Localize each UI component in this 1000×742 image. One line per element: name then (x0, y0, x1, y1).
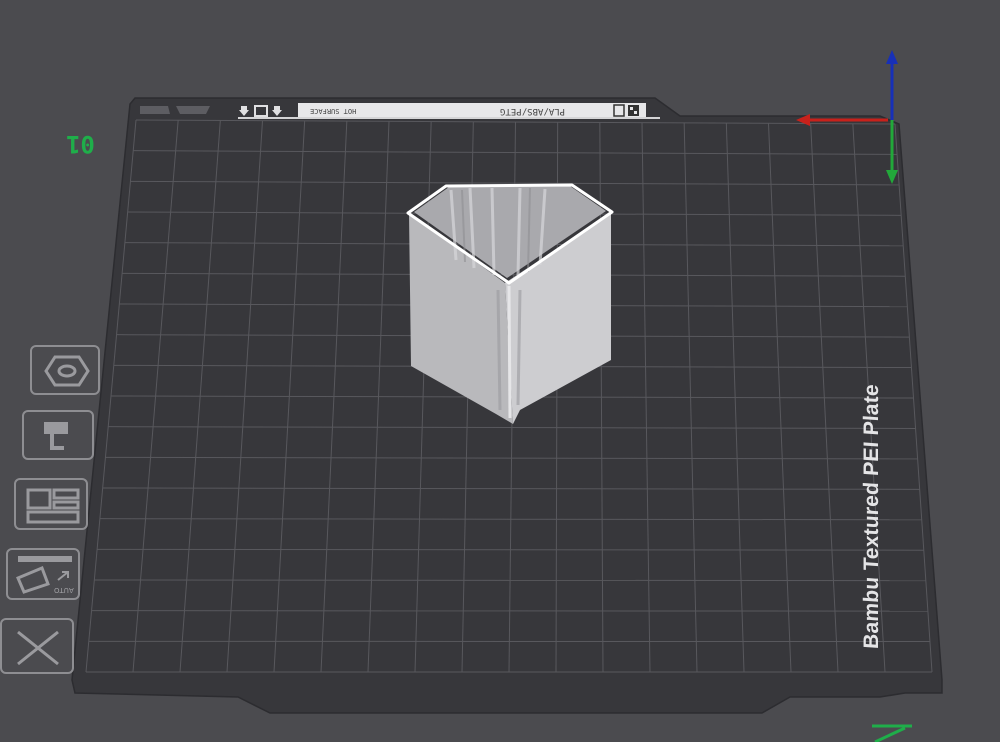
plate-number: 01 (66, 130, 95, 158)
auto-orient-icon (16, 556, 72, 594)
layout-button[interactable] (14, 478, 88, 530)
arrange-button[interactable] (30, 345, 100, 395)
corner-green-mark (872, 724, 912, 742)
grid-layout-icon (26, 488, 80, 524)
close-icon (17, 630, 59, 666)
remove-button[interactable] (0, 618, 74, 674)
plate-stand-icon (44, 422, 68, 450)
auto-label: AUTO (54, 586, 74, 594)
hexagon-nut-icon (44, 355, 90, 387)
orient-button[interactable] (22, 410, 94, 460)
auto-orient-button[interactable]: AUTO (6, 548, 80, 600)
plate-filament-label: PLA/ABS/PETG (500, 106, 566, 116)
plate-mode-label: HOT SURFACE (310, 107, 357, 115)
plate-name: Bambu Textured PEI Plate (860, 383, 883, 650)
grid-line (94, 579, 926, 582)
